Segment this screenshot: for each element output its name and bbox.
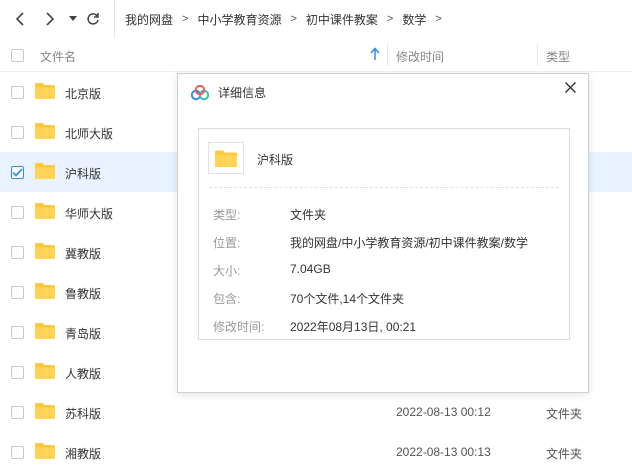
- column-divider[interactable]: [387, 44, 388, 66]
- chevron-right-icon: [46, 12, 55, 26]
- folder-icon: [34, 362, 56, 383]
- info-label: 类型:: [213, 208, 241, 222]
- folder-icon: [34, 442, 56, 463]
- breadcrumb-separator: >: [435, 13, 442, 25]
- dialog-titlebar: 详细信息: [190, 84, 266, 101]
- column-header-modified[interactable]: 修改时间: [396, 48, 444, 65]
- item-thumbnail: [208, 142, 244, 174]
- breadcrumb-item[interactable]: 中小学教育资源: [197, 11, 281, 28]
- file-name[interactable]: 冀教版: [65, 245, 101, 262]
- file-name[interactable]: 沪科版: [65, 165, 101, 182]
- back-button[interactable]: [10, 8, 32, 30]
- forward-button[interactable]: [38, 8, 60, 30]
- row-checkbox[interactable]: [11, 126, 24, 139]
- row-checkbox[interactable]: [11, 206, 24, 219]
- info-label: 包含:: [213, 292, 241, 306]
- folder-icon: [34, 202, 56, 223]
- info-value: 2022年08月13日, 00:21: [290, 320, 417, 334]
- file-type: 文件夹: [546, 447, 583, 461]
- breadcrumb-separator: >: [386, 13, 394, 25]
- breadcrumb-separator: >: [290, 13, 297, 25]
- folder-icon: [34, 282, 56, 303]
- info-value: 70个文件,14个文件夹: [290, 292, 405, 306]
- divider: [209, 187, 559, 188]
- refresh-button[interactable]: [82, 8, 104, 30]
- row-checkbox[interactable]: [11, 326, 24, 339]
- info-value: 7.04GB: [290, 262, 331, 276]
- row-checkbox[interactable]: [11, 86, 24, 99]
- file-modified-time: 2022-08-13 00:12: [396, 405, 491, 419]
- row-checkbox[interactable]: [11, 446, 24, 459]
- dialog-close-button[interactable]: [562, 79, 578, 95]
- breadcrumb-item[interactable]: 初中课件教案: [306, 11, 378, 28]
- info-value: 文件夹: [290, 208, 327, 222]
- file-name[interactable]: 鲁教版: [65, 285, 101, 302]
- file-modified-time: 2022-08-13 00:13: [396, 445, 491, 459]
- folder-icon: [34, 402, 56, 423]
- file-row[interactable]: 湘教版 2022-08-13 00:13 文件夹: [0, 432, 632, 472]
- folder-icon: [34, 122, 56, 143]
- file-type: 文件夹: [546, 407, 583, 421]
- column-divider[interactable]: [537, 44, 538, 66]
- folder-icon: [34, 82, 56, 103]
- file-name[interactable]: 北师大版: [65, 125, 113, 142]
- folder-icon: [34, 242, 56, 263]
- row-checkbox[interactable]: [11, 246, 24, 259]
- breadcrumb-item[interactable]: 数学: [402, 11, 426, 28]
- breadcrumb-separator: >: [182, 13, 189, 25]
- row-checkbox[interactable]: [11, 166, 24, 179]
- file-list-header: 文件名 修改时间 类型: [0, 38, 632, 72]
- details-panel: 沪科版 类型: 文件夹 位置: 我的网盘/中小学教育资源/初中课件教案/数学 大…: [198, 128, 570, 340]
- column-header-type[interactable]: 类型: [546, 48, 570, 65]
- file-name[interactable]: 苏科版: [65, 405, 101, 422]
- folder-icon: [215, 150, 237, 167]
- select-all-checkbox[interactable]: [11, 49, 24, 62]
- file-name[interactable]: 华师大版: [65, 205, 113, 222]
- info-label: 位置:: [213, 236, 241, 250]
- row-checkbox[interactable]: [11, 366, 24, 379]
- info-label: 大小:: [213, 264, 241, 278]
- details-dialog: 详细信息 沪科版 类型: 文件夹 位置: 我的网盘/中小学教育资源/初中课件教案…: [177, 73, 589, 393]
- chevron-left-icon: [15, 12, 24, 26]
- folder-icon: [34, 322, 56, 343]
- file-name[interactable]: 北京版: [65, 85, 101, 102]
- sort-ascending-icon[interactable]: [370, 47, 380, 61]
- breadcrumb-item[interactable]: 我的网盘: [125, 11, 173, 28]
- file-row[interactable]: 苏科版 2022-08-13 00:12 文件夹: [0, 392, 632, 432]
- dropdown-arrow-icon: [69, 16, 77, 21]
- close-icon: [564, 81, 576, 93]
- info-label: 修改时间:: [213, 320, 265, 334]
- breadcrumb: 我的网盘 > 中小学教育资源 > 初中课件教案 > 数学 >: [114, 0, 451, 38]
- row-checkbox[interactable]: [11, 286, 24, 299]
- file-name[interactable]: 人教版: [65, 365, 101, 382]
- toolbar: 我的网盘 > 中小学教育资源 > 初中课件教案 > 数学 >: [0, 0, 632, 38]
- baidu-netdisk-logo-icon: [190, 84, 210, 100]
- row-checkbox[interactable]: [11, 406, 24, 419]
- file-name[interactable]: 青岛版: [65, 325, 101, 342]
- column-header-name[interactable]: 文件名: [40, 48, 76, 65]
- info-value[interactable]: 我的网盘/中小学教育资源/初中课件教案/数学: [290, 234, 528, 251]
- dialog-title: 详细信息: [218, 86, 267, 100]
- file-name[interactable]: 湘教版: [65, 445, 101, 462]
- item-name: 沪科版: [257, 153, 294, 167]
- refresh-icon: [87, 13, 99, 25]
- folder-icon: [34, 162, 56, 183]
- history-dropdown-button[interactable]: [62, 8, 84, 30]
